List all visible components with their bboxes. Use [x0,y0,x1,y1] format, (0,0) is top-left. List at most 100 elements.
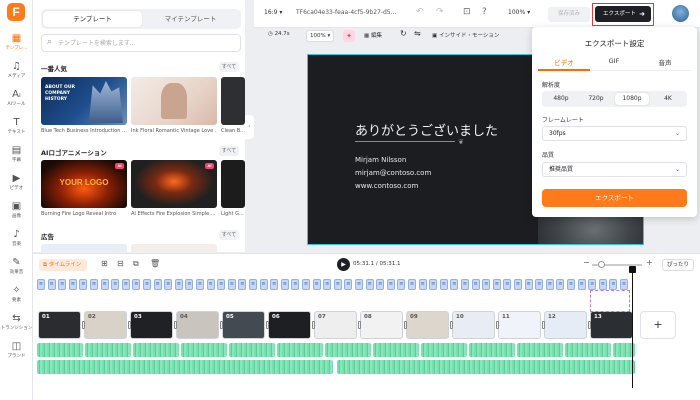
transition-marker[interactable] [449,321,453,329]
subtitle-chip[interactable]: ≡ [121,279,130,290]
subtitle-chip[interactable]: ≡ [418,279,427,290]
subtitle-chip[interactable]: ≡ [153,279,162,290]
zoom-in-icon[interactable]: + [646,258,653,267]
subtitle-chip[interactable]: ≡ [355,279,363,290]
slide-email[interactable]: mirjam@contoso.com [355,169,431,177]
subtitle-chip[interactable]: ≡ [111,279,120,290]
template-card[interactable] [131,244,217,252]
audio-clip[interactable] [85,343,131,357]
video-clip[interactable]: 05 [222,311,265,339]
subtitle-chip[interactable]: ≡ [524,279,533,290]
edit-button[interactable]: ▦ 編集 [364,31,382,39]
subtitle-chip[interactable]: ≡ [408,279,416,290]
video-clip[interactable]: 13 [590,311,633,339]
resolution-480p[interactable]: 480p [544,93,578,105]
undo-icon[interactable]: ↶ [416,7,424,17]
subtitle-chip[interactable]: ≡ [143,279,151,290]
playhead[interactable] [632,270,633,388]
subtitle-chip[interactable]: ≡ [249,279,257,290]
canvas-zoom-select[interactable]: 100% ▾ [306,30,335,42]
template-card[interactable] [41,244,127,252]
video-clip[interactable]: 08 [360,311,403,339]
template-card[interactable] [221,160,245,208]
rail-item[interactable]: ✧ 要素 [0,284,33,310]
fit-button[interactable]: ぴったり [662,259,694,271]
video-clip[interactable]: 12 [544,311,587,339]
audio-clip[interactable] [373,343,419,357]
subtitle-chip[interactable]: ≡ [439,279,448,290]
tab-templates[interactable]: テンプレート [43,11,142,27]
subtitle-chip[interactable]: ≡ [217,279,226,290]
rail-item[interactable]: ⇆ トランジション [0,312,33,338]
tab-video[interactable]: ビデオ [538,57,590,67]
rail-item[interactable]: ▦ テンプレ… [0,32,33,58]
duration-display[interactable]: ◷ 24.7s [268,31,290,37]
transition-marker[interactable] [219,321,223,329]
video-clip[interactable]: 06 [268,311,311,339]
rail-item[interactable]: ♫ メディア [0,60,33,86]
delete-icon[interactable]: 🗑 [150,259,160,268]
aspect-ratio-select[interactable]: 16:9 ▾ [264,9,282,16]
rail-item[interactable]: ✎ 効果音 [0,256,33,282]
saved-status-button[interactable]: 保存済み [548,7,590,22]
audio-clip[interactable] [37,343,83,357]
quality-select[interactable]: 推奨品質 ⌄ [542,162,687,177]
audio-clip[interactable] [517,343,563,357]
video-clip[interactable]: 04 [176,311,219,339]
subtitle-chip[interactable]: ≡ [514,279,522,290]
template-card[interactable]: ABOUT OUR COMPANY HISTORY [41,77,127,125]
rail-item[interactable]: ▶ ビデオ [0,172,33,198]
subtitle-chip[interactable]: ≡ [164,279,173,290]
rotate-icon[interactable]: ↻ [400,29,407,38]
zoom-slider-handle[interactable] [598,261,605,268]
export-button[interactable]: エクスポート ➜ [595,6,651,22]
copy-icon[interactable]: ⧉ [133,259,139,269]
subtitle-chip[interactable]: ≡ [492,279,501,290]
search-input[interactable] [58,37,236,49]
subtitle-chip[interactable]: ≡ [100,279,109,290]
subtitle-chip[interactable]: ≡ [132,279,141,290]
subtitle-chip[interactable]: ≡ [567,279,575,290]
slide-website[interactable]: www.contoso.com [355,182,418,190]
video-clip[interactable]: 03 [130,311,173,339]
subtitle-chip[interactable]: ≡ [238,279,247,290]
zoom-select[interactable]: 100% ▾ [508,9,530,16]
subtitle-chip[interactable]: ≡ [503,279,512,290]
timeline-tag[interactable]: ⧉ タイムライン [39,259,87,271]
slide-name[interactable]: Mirjam Nilsson [355,156,406,164]
subtitle-chip[interactable]: ≡ [344,279,353,290]
tab-audio[interactable]: 音声 [639,57,691,67]
audio-clip[interactable] [229,343,275,357]
resolution-1080p[interactable]: 1080p [615,93,649,105]
subtitle-chip[interactable]: ≡ [556,279,565,290]
subtitle-chip[interactable]: ≡ [471,279,480,290]
subtitle-chip[interactable]: ≡ [535,279,544,290]
transition-marker[interactable] [265,321,269,329]
subtitle-chip[interactable]: ≡ [79,279,88,290]
transition-marker[interactable] [311,321,315,329]
subtitle-chip[interactable]: ≡ [323,279,332,290]
subtitle-chip[interactable]: ≡ [259,279,268,290]
screenshot-icon[interactable]: ⊡ [463,7,471,17]
tab-my-templates[interactable]: マイテンプレート [141,11,240,27]
subtitle-chip[interactable]: ≡ [227,279,236,290]
export-confirm-button[interactable]: エクスポート [542,189,687,207]
subtitle-chip[interactable]: ≡ [482,279,491,290]
template-card[interactable] [131,77,217,125]
rail-item[interactable]: Aᵢ AIツール [0,88,33,114]
inside-motion-button[interactable]: ▣ インサイド・モーション [432,31,499,39]
audio-clip[interactable] [421,343,467,357]
transition-marker[interactable] [403,321,407,329]
audio-clip[interactable] [37,360,333,374]
zoom-out-icon[interactable]: − [583,258,590,267]
subtitle-chip[interactable]: ≡ [174,279,183,290]
video-clip[interactable]: 09 [406,311,449,339]
subtitle-chip[interactable]: ≡ [37,279,45,290]
subtitle-chip[interactable]: ≡ [185,279,194,290]
subtitle-chip[interactable]: ≡ [196,279,204,290]
audio-clip[interactable] [181,343,227,357]
transition-marker[interactable] [541,321,545,329]
rail-item[interactable]: ♪ 音楽 [0,228,33,254]
subtitle-chip[interactable]: ≡ [429,279,438,290]
subtitle-chip[interactable]: ≡ [545,279,554,290]
